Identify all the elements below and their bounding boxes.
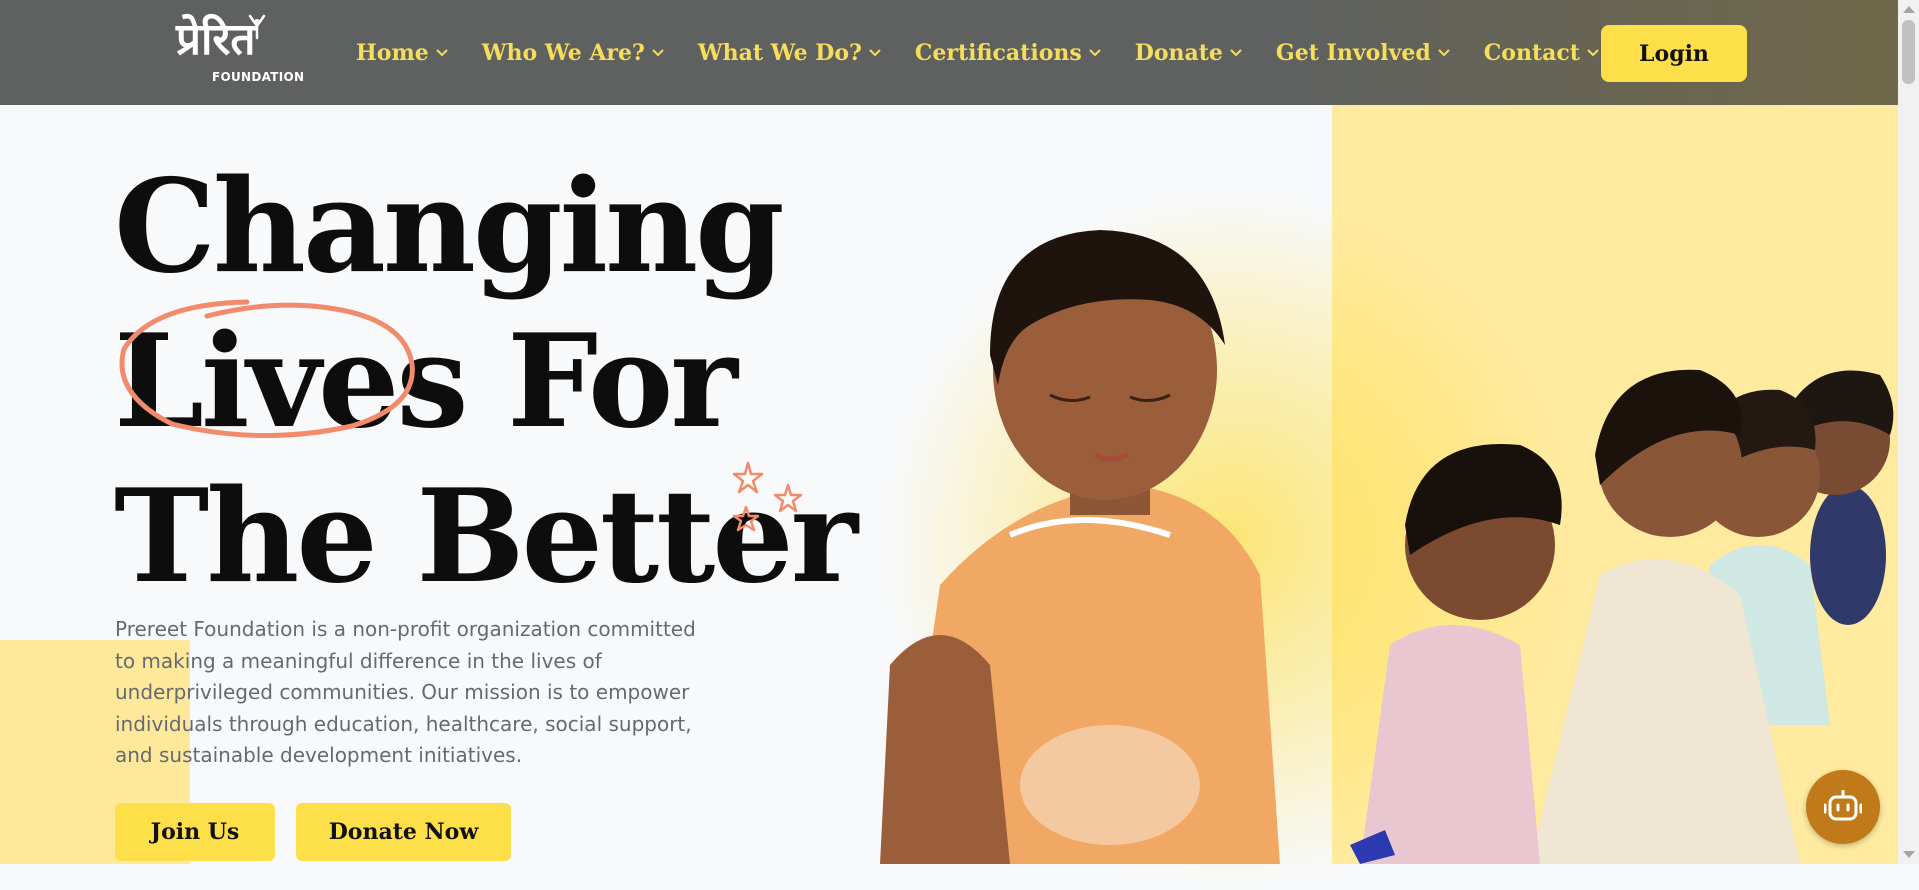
chevron-down-icon xyxy=(1438,48,1450,57)
scroll-down-arrow-icon[interactable] xyxy=(1903,851,1915,858)
nav-item-label: What We Do? xyxy=(697,39,862,66)
join-us-button[interactable]: Join Us xyxy=(115,803,275,861)
donate-now-button[interactable]: Donate Now xyxy=(296,803,511,861)
chevron-down-icon xyxy=(436,48,448,57)
chevron-down-icon xyxy=(1230,48,1242,57)
navbar: प्रेरित FOUNDATION Home Who We Are? What… xyxy=(0,0,1898,105)
nav-item-label: Home xyxy=(356,39,429,66)
logo-text: प्रेरित xyxy=(176,14,256,65)
scroll-thumb[interactable] xyxy=(1902,20,1915,84)
login-button[interactable]: Login xyxy=(1601,25,1747,82)
highlight-circle-scribble xyxy=(119,299,415,438)
decorative-stars-icon xyxy=(732,461,803,532)
nav-item-label: Donate xyxy=(1134,39,1223,66)
nav-item-label: Who We Are? xyxy=(481,39,645,66)
nav-item-get-involved[interactable]: Get Involved xyxy=(1276,40,1450,66)
chevron-down-icon xyxy=(1587,48,1599,57)
logo-subtext: FOUNDATION xyxy=(212,70,305,84)
hero-description: Prereet Foundation is a non-profit organ… xyxy=(115,617,696,767)
chevron-down-icon xyxy=(869,48,881,57)
nav-item-label: Certifications xyxy=(914,39,1082,66)
nav-item-donate[interactable]: Donate xyxy=(1135,40,1242,66)
main-menu: Home Who We Are? What We Do? Certificati… xyxy=(356,0,1633,105)
nav-item-certifications[interactable]: Certifications xyxy=(915,40,1101,66)
logo-figure-icon xyxy=(248,14,266,40)
nav-item-contact[interactable]: Contact xyxy=(1484,40,1599,66)
headline-line-2-rest: For xyxy=(465,307,738,457)
nav-item-label: Contact xyxy=(1483,39,1580,66)
hero-children-photo xyxy=(880,230,1894,864)
scroll-up-arrow-icon[interactable] xyxy=(1903,6,1915,13)
logo[interactable]: प्रेरित FOUNDATION xyxy=(176,12,304,88)
chevron-down-icon xyxy=(652,48,664,57)
robot-icon xyxy=(1824,790,1862,821)
nav-item-label: Get Involved xyxy=(1275,39,1431,66)
chatbot-button[interactable] xyxy=(1806,770,1880,844)
nav-item-who-we-are[interactable]: Who We Are? xyxy=(482,40,664,66)
headline-line-1: Changing xyxy=(114,152,785,302)
nav-item-home[interactable]: Home xyxy=(356,40,448,66)
page-scrollbar[interactable] xyxy=(1898,0,1919,864)
nav-item-what-we-do[interactable]: What We Do? xyxy=(698,40,881,66)
chevron-down-icon xyxy=(1089,48,1101,57)
